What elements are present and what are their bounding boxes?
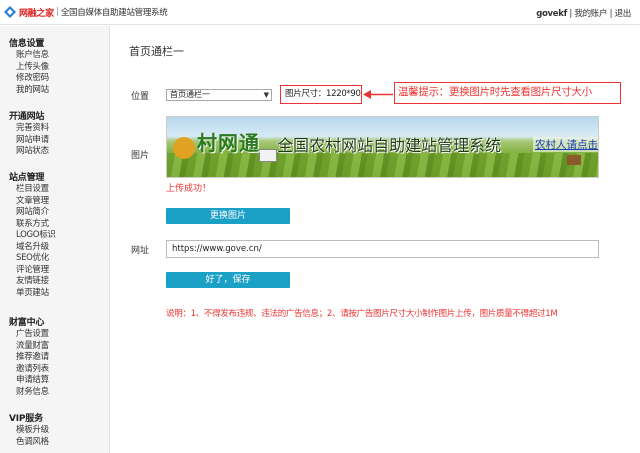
position-label: 位置 (131, 92, 150, 102)
sidebar-item-article-manage[interactable]: 文章管理 (9, 196, 56, 208)
sidebar-item-column-settings[interactable]: 栏目设置 (9, 184, 56, 196)
sidebar-item-seo[interactable]: SEO优化 (9, 253, 56, 265)
sidebar-item-account-info[interactable]: 账户信息 (9, 50, 49, 62)
sidebar-item-complete-profile[interactable]: 完善资料 (9, 123, 49, 135)
banner-house-icon (259, 149, 277, 162)
sidebar-group-wealth: 财富中心 广告设置 流量财富 推荐邀请 邀请列表 申请结算 财务信息 (9, 318, 49, 398)
sidebar-group-title: 财富中心 (9, 318, 45, 328)
sidebar-item-finance-info[interactable]: 财务信息 (9, 387, 49, 399)
top-bar: 网融之家 | 全国自媒体自助建站管理系统 govekf | 我的账户 | 退出 (0, 0, 640, 25)
sidebar-item-site-apply[interactable]: 网站申请 (9, 135, 49, 147)
position-select-value: 首页通栏一 (170, 90, 210, 99)
sidebar-item-site-status[interactable]: 网站状态 (9, 146, 49, 158)
sidebar-group-info: 信息设置 账户信息 上传头像 修改密码 我的网站 (9, 39, 49, 96)
sidebar-item-my-site[interactable]: 我的网站 (9, 85, 49, 97)
sidebar-item-ad-settings[interactable]: 广告设置 (9, 329, 49, 341)
page-title: 首页通栏一 (129, 45, 184, 58)
sidebar-group-title: VIP服务 (9, 414, 43, 424)
change-image-button[interactable]: 更换图片 (166, 208, 290, 224)
image-size-box: 图片尺寸：1220*90 (280, 85, 362, 104)
sidebar-group-vip: VIP服务 模板升级 色调风格 (9, 414, 49, 448)
logo-brand: 网融之家 (19, 8, 54, 19)
sidebar-item-color-style[interactable]: 色调风格 (9, 437, 49, 449)
sidebar-group-site-manage: 站点管理 栏目设置 文章管理 网站简介 联系方式 LOGO标识 域名升级 SEO… (9, 173, 56, 299)
sidebar-item-site-intro[interactable]: 网站简介 (9, 207, 56, 219)
note-text: 说明：1、不得发布违规、违法的广告信息；2、请按广告图片尺寸大小制作图片上传，图… (166, 309, 558, 319)
sidebar-item-domain-upgrade[interactable]: 域名升级 (9, 242, 56, 254)
tip-box: 温馨提示：更换图片时先查看图片尺寸大小 (394, 82, 621, 104)
banner-title: 全国农村网站自助建站管理系统 (277, 136, 502, 155)
banner-image: 村网通 全国农村网站自助建站管理系统 农村人请点击 (166, 116, 599, 178)
banner-sun-icon (173, 137, 195, 159)
sidebar-group-title: 信息设置 (9, 39, 45, 49)
banner-cow-icon (567, 155, 581, 165)
sidebar-item-contact[interactable]: 联系方式 (9, 219, 56, 231)
separator-2: | (609, 9, 613, 19)
my-account-link[interactable]: 我的账户 (574, 9, 607, 19)
banner-brand: 村网通 (197, 131, 260, 155)
chevron-down-icon: ▼ (263, 91, 269, 99)
main-content: 首页通栏一 位置 首页通栏一 ▼ 图片尺寸：1220*90 温馨提示：更换图片时… (111, 26, 640, 453)
position-select[interactable]: 首页通栏一 ▼ (166, 89, 272, 101)
user-links: govekf | 我的账户 | 退出 (536, 7, 631, 19)
sidebar-item-single-page[interactable]: 单页建站 (9, 288, 56, 300)
sidebar-item-settlement[interactable]: 申请结算 (9, 375, 49, 387)
image-label: 图片 (131, 151, 150, 161)
arrow-left-icon (363, 90, 393, 99)
sidebar-item-invite[interactable]: 推荐邀请 (9, 352, 49, 364)
sidebar-item-template-upgrade[interactable]: 模板升级 (9, 425, 49, 437)
url-input[interactable]: https://www.gove.cn/ (166, 240, 599, 258)
sidebar-item-change-password[interactable]: 修改密码 (9, 73, 49, 85)
sidebar-item-comments[interactable]: 评论管理 (9, 265, 56, 277)
sidebar-item-upload-avatar[interactable]: 上传头像 (9, 62, 49, 74)
save-button[interactable]: 好了，保存 (166, 272, 290, 288)
banner-fields (167, 153, 598, 177)
sidebar-group-title: 开通网站 (9, 112, 45, 122)
sidebar-item-friend-links[interactable]: 友情链接 (9, 276, 56, 288)
site-logo[interactable]: 网融之家 | 全国自媒体自助建站管理系统 (4, 5, 168, 19)
logo-separator: | (55, 7, 59, 17)
sidebar-item-invite-list[interactable]: 邀请列表 (9, 364, 49, 376)
username: govekf (536, 9, 567, 19)
sidebar-group-open-site: 开通网站 完善资料 网站申请 网站状态 (9, 112, 49, 158)
sidebar-item-logo[interactable]: LOGO标识 (9, 230, 56, 242)
sidebar: 信息设置 账户信息 上传头像 修改密码 我的网站 开通网站 完善资料 网站申请 … (0, 26, 110, 453)
sidebar-item-traffic-wealth[interactable]: 流量财富 (9, 341, 49, 353)
upload-success-text: 上传成功！ (166, 184, 212, 194)
url-label: 网址 (131, 246, 150, 256)
banner-link[interactable]: 农村人请点击 (533, 137, 598, 152)
system-name: 全国自媒体自助建站管理系统 (60, 8, 168, 18)
logout-link[interactable]: 退出 (615, 9, 632, 19)
logo-icon (4, 6, 16, 18)
separator-1: | (569, 9, 572, 19)
sidebar-group-title: 站点管理 (9, 173, 45, 183)
